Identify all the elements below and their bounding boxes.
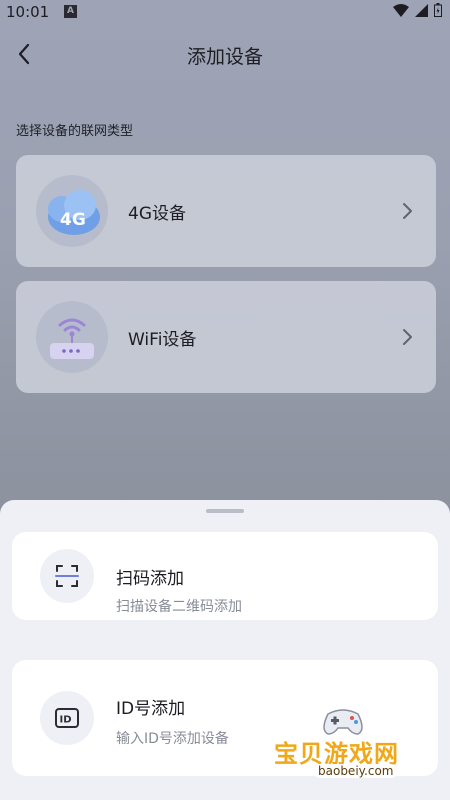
notification-a-icon: A <box>64 5 77 18</box>
page-title: 添加设备 <box>186 46 263 68</box>
id-add-title: ID号添加 <box>116 699 186 719</box>
scan-add-subtitle: 扫描设备二维码添加 <box>116 599 242 615</box>
scan-add-title: 扫码添加 <box>116 569 184 589</box>
chevron-right-icon <box>403 203 412 219</box>
device-type-4g-label: 4G设备 <box>128 204 186 224</box>
app-header: 添加设备 <box>0 32 450 76</box>
wifi-signal-icon <box>393 3 409 17</box>
scan-add-option[interactable]: 扫码添加 扫描设备二维码添加 <box>12 532 438 620</box>
device-type-wifi-card[interactable]: WiFi设备 <box>16 281 436 393</box>
status-icons <box>393 3 442 17</box>
status-time: 10:01 <box>6 3 50 21</box>
id-card-text: ID <box>60 715 72 726</box>
scan-icon <box>40 549 94 603</box>
wifi-router-icon <box>36 301 108 373</box>
id-add-subtitle: 输入ID号添加设备 <box>116 731 229 747</box>
cell-signal-icon <box>415 3 428 17</box>
4g-badge-text: 4G <box>60 210 86 230</box>
id-card-icon: ID <box>40 691 94 745</box>
status-bar: 10:01 A <box>0 0 450 24</box>
chevron-right-icon <box>403 329 412 345</box>
sheet-drag-handle[interactable] <box>206 509 244 513</box>
gamepad-logo-icon <box>323 709 363 735</box>
device-type-wifi-label: WiFi设备 <box>128 330 197 350</box>
device-type-4g-card[interactable]: 4G 4G设备 <box>16 155 436 267</box>
watermark-url: baobeiy.com <box>314 764 398 778</box>
4g-cloud-icon: 4G <box>36 175 108 247</box>
section-label: 选择设备的联网类型 <box>16 124 134 139</box>
battery-icon <box>434 3 442 17</box>
site-watermark: 宝贝游戏网 baobeiy.com <box>268 700 428 790</box>
